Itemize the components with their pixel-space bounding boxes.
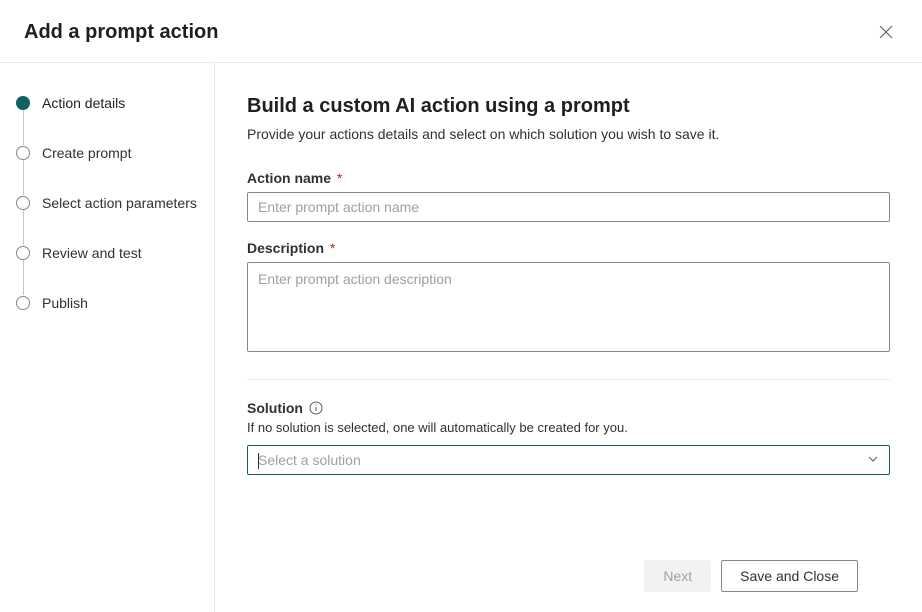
wizard-steps: Action details Create prompt Select acti… xyxy=(16,95,198,311)
label-text: Action name xyxy=(247,170,331,186)
dialog-body: Action details Create prompt Select acti… xyxy=(0,63,922,612)
step-indicator-icon xyxy=(16,296,30,310)
text-cursor-icon xyxy=(258,453,259,469)
info-icon[interactable] xyxy=(309,401,323,415)
required-marker: * xyxy=(330,240,335,256)
page-lead: Provide your actions details and select … xyxy=(247,126,890,142)
step-indicator-icon xyxy=(16,196,30,210)
step-indicator-icon xyxy=(16,96,30,110)
description-label: Description * xyxy=(247,240,890,256)
step-label: Publish xyxy=(42,295,88,311)
close-icon xyxy=(878,24,894,40)
step-label: Select action parameters xyxy=(42,195,197,211)
action-name-label: Action name * xyxy=(247,170,890,186)
close-button[interactable] xyxy=(874,20,898,44)
description-input[interactable] xyxy=(247,262,890,352)
wizard-sidebar: Action details Create prompt Select acti… xyxy=(0,63,215,612)
step-indicator-icon xyxy=(16,146,30,160)
next-button[interactable]: Next xyxy=(644,560,711,592)
main-panel: Build a custom AI action using a prompt … xyxy=(215,63,922,612)
main-content: Build a custom AI action using a prompt … xyxy=(247,95,890,544)
field-solution: Solution If no solution is selected, one… xyxy=(247,400,890,475)
step-label: Action details xyxy=(42,95,125,111)
step-action-details[interactable]: Action details xyxy=(16,95,198,145)
step-label: Create prompt xyxy=(42,145,131,161)
required-marker: * xyxy=(337,170,342,186)
select-placeholder: Select a solution xyxy=(258,452,361,468)
section-divider xyxy=(247,379,890,380)
save-and-close-button[interactable]: Save and Close xyxy=(721,560,858,592)
step-label: Review and test xyxy=(42,245,142,261)
field-action-name: Action name * xyxy=(247,170,890,222)
label-text: Description xyxy=(247,240,324,256)
solution-label: Solution xyxy=(247,400,303,416)
field-description: Description * xyxy=(247,240,890,355)
step-publish[interactable]: Publish xyxy=(16,295,198,311)
step-select-parameters[interactable]: Select action parameters xyxy=(16,195,198,245)
solution-helper: If no solution is selected, one will aut… xyxy=(247,420,890,435)
dialog-title: Add a prompt action xyxy=(24,21,218,44)
step-create-prompt[interactable]: Create prompt xyxy=(16,145,198,195)
page-heading: Build a custom AI action using a prompt xyxy=(247,95,890,118)
dialog-footer: Next Save and Close xyxy=(247,544,890,612)
step-indicator-icon xyxy=(16,246,30,260)
action-name-input[interactable] xyxy=(247,192,890,222)
solution-select[interactable]: Select a solution xyxy=(247,445,890,475)
chevron-down-icon xyxy=(867,452,879,468)
dialog-header: Add a prompt action xyxy=(0,0,922,63)
step-review-test[interactable]: Review and test xyxy=(16,245,198,295)
